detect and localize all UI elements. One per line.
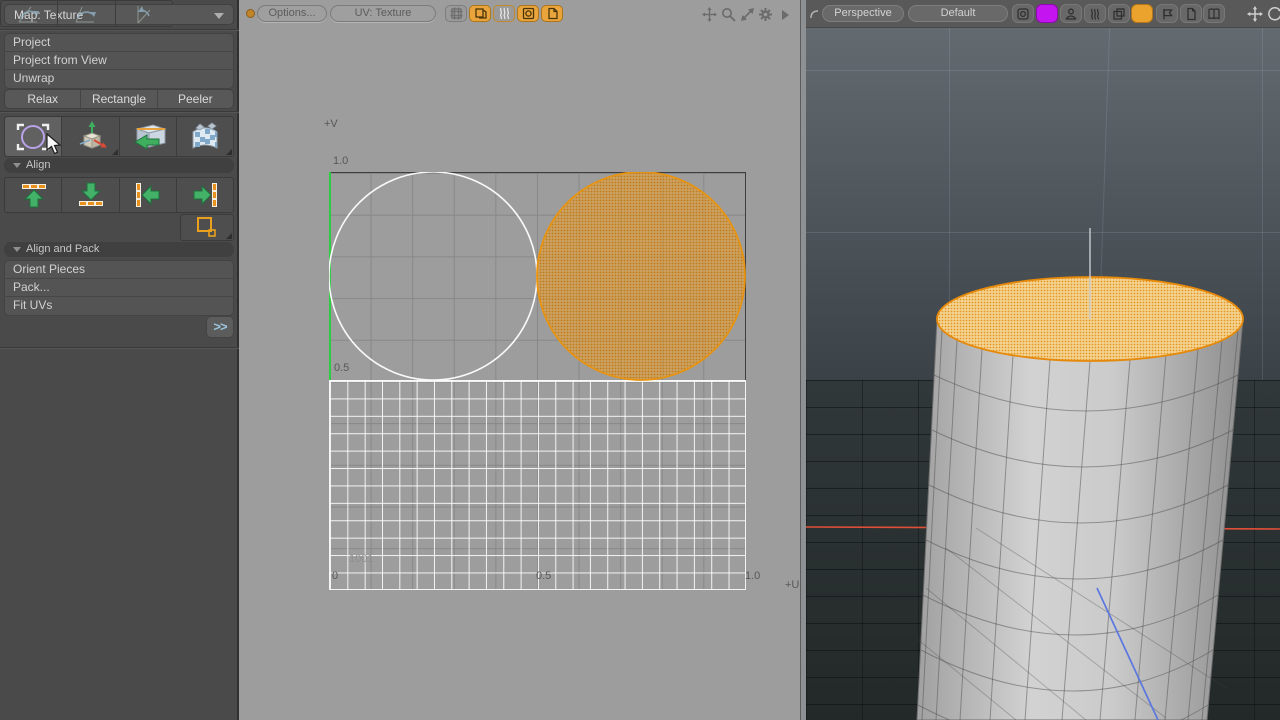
rotate-ccw-button[interactable]: [58, 1, 115, 26]
transform-tool-icon: [70, 120, 110, 154]
tick-u-0: 0: [332, 570, 338, 582]
align-pack-section-header[interactable]: Align and Pack: [4, 242, 234, 257]
zoom-icon[interactable]: [720, 6, 737, 23]
align-top-button[interactable]: [5, 178, 62, 212]
pan-icon[interactable]: [701, 6, 718, 23]
fit-rectangle-button[interactable]: [180, 214, 234, 241]
chevron-down-icon: [214, 13, 224, 19]
rotate-cw-icon: [9, 2, 49, 26]
projection-mode-button[interactable]: Perspective: [822, 5, 904, 22]
rotate-fit-button[interactable]: [116, 1, 172, 26]
align-right-button[interactable]: [177, 178, 233, 212]
tick-v-1: 1.0: [333, 155, 348, 167]
uv-tool-row: [4, 116, 234, 157]
command-project-from-view[interactable]: Project from View: [5, 52, 233, 70]
cylinder-body: [917, 319, 1243, 720]
page-flip-icon[interactable]: [541, 5, 563, 22]
command-pack[interactable]: Pack...: [5, 279, 233, 297]
command-fit-uvs[interactable]: Fit UVs: [5, 297, 233, 315]
render-style-icon[interactable]: [1012, 4, 1034, 23]
uv-island-orange-circle[interactable]: [537, 172, 745, 380]
overlap-squares-icon[interactable]: [1108, 4, 1130, 23]
uv-circle-islands: [329, 172, 747, 590]
rotate-buttons-row: [0, 0, 173, 27]
align-section-header[interactable]: Align: [4, 158, 234, 173]
align-bottom-icon: [68, 181, 112, 209]
grid-frame-icon[interactable]: [445, 5, 467, 22]
rotate-ccw-icon: [66, 2, 106, 26]
mouse-cursor: [46, 133, 62, 155]
rotate-icon[interactable]: [1267, 6, 1280, 27]
perspective-3d-viewport[interactable]: Perspective Default: [806, 0, 1280, 720]
align-pack-command-list: Orient Pieces Pack... Fit UVs: [4, 260, 234, 316]
expand-arrow-icon[interactable]: [776, 6, 793, 23]
polygon-flag-icon[interactable]: [1156, 4, 1178, 23]
collapse-arrow-icon: [13, 247, 21, 252]
align-pack-section-title: Align and Pack: [26, 243, 99, 255]
command-orient-pieces[interactable]: Orient Pieces: [5, 261, 233, 279]
uv-unwrap-tool[interactable]: [177, 117, 233, 156]
tick-u-1: 1.0: [745, 570, 760, 582]
rollup-arrow-icon[interactable]: [809, 8, 820, 20]
collapse-arrow-icon: [13, 163, 21, 168]
command-unwrap[interactable]: Unwrap: [5, 70, 233, 88]
rotate-cw-button[interactable]: [1, 1, 58, 26]
unwrap-tool-icon: [184, 120, 226, 154]
modo-uv-workspace: Map: Texture Project Project from View U…: [0, 0, 1280, 720]
projection-tool-icon: [127, 120, 169, 154]
divider: [0, 347, 239, 349]
v-axis-label: +V: [324, 118, 338, 130]
expand-panel-button[interactable]: >>: [206, 316, 234, 338]
viewport-scene[interactable]: [806, 28, 1280, 720]
viewport-toolbar: Perspective Default: [806, 0, 1280, 28]
uv-texture-button[interactable]: UV: Texture: [330, 5, 436, 22]
status-dot-icon: [246, 9, 255, 18]
uv-island-white-circle[interactable]: [329, 172, 537, 380]
maximize-icon[interactable]: [739, 6, 756, 23]
tick-v-05: 0.5: [334, 362, 349, 374]
tool-flyout-icon: [226, 233, 232, 239]
udim-label: 1001: [349, 553, 373, 565]
gear-icon[interactable]: [757, 6, 774, 23]
tool-flyout-icon: [112, 149, 118, 155]
uv-tools-panel: Map: Texture Project Project from View U…: [0, 0, 239, 720]
uv-action-buttons: Relax Rectangle Peeler: [4, 89, 234, 109]
u-axis-label: +U: [785, 579, 799, 591]
magenta-swatch[interactable]: [1036, 4, 1058, 23]
align-left-button[interactable]: [120, 178, 177, 212]
align-buttons-row: [4, 177, 234, 213]
uv-editor-viewport[interactable]: Options... UV: Texture: [239, 0, 800, 720]
rectangle-button[interactable]: Rectangle: [81, 90, 157, 108]
cylinder-mesh: [806, 28, 1280, 720]
orange-swatch[interactable]: [1131, 4, 1153, 23]
peeler-button[interactable]: Peeler: [158, 90, 233, 108]
camera-person-icon[interactable]: [1060, 4, 1082, 23]
book-icon[interactable]: [1203, 4, 1225, 23]
texture-preview-icon[interactable]: [517, 5, 539, 22]
options-button[interactable]: Options...: [257, 5, 327, 22]
rotate-fit-icon: [124, 2, 164, 26]
tool-flyout-icon: [226, 149, 232, 155]
align-left-icon: [126, 181, 170, 209]
divider: [0, 111, 239, 113]
uv-transform-tool[interactable]: [62, 117, 119, 156]
command-project[interactable]: Project: [5, 34, 233, 52]
relax-waves-icon[interactable]: [493, 5, 515, 22]
pan-icon[interactable]: [1247, 6, 1263, 27]
align-bottom-button[interactable]: [62, 178, 119, 212]
shading-mode-button[interactable]: Default: [908, 5, 1008, 22]
tick-u-05: 0.5: [536, 570, 551, 582]
align-section-title: Align: [26, 159, 50, 171]
divider: [0, 29, 239, 31]
relax-waves-icon[interactable]: [1084, 4, 1106, 23]
align-right-icon: [183, 181, 227, 209]
page-icon[interactable]: [1180, 4, 1202, 23]
uv-projection-tool[interactable]: [120, 117, 177, 156]
texture-flip-icon[interactable]: [469, 5, 491, 22]
projection-command-list: Project Project from View Unwrap: [4, 33, 234, 89]
align-top-icon: [11, 181, 55, 209]
relax-button[interactable]: Relax: [5, 90, 81, 108]
